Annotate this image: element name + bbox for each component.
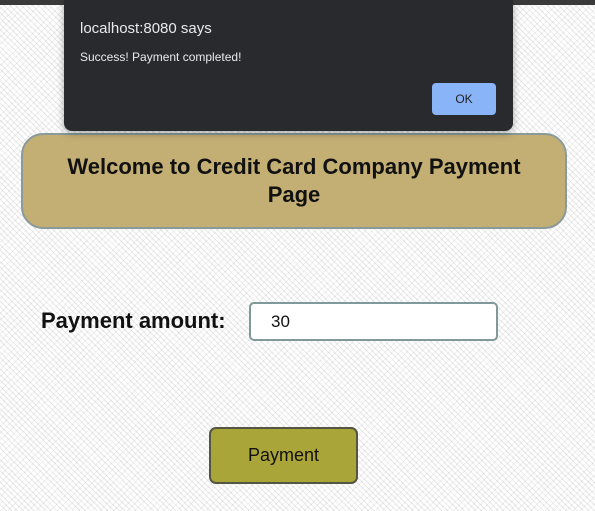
alert-ok-button[interactable]: OK [432, 83, 496, 115]
payment-amount-label: Payment amount: [41, 308, 226, 333]
alert-dialog: localhost:8080 says Success! Payment com… [64, 0, 513, 131]
page-header: Welcome to Credit Card Company Payment P… [21, 133, 567, 229]
page-title: Welcome to Credit Card Company Payment P… [67, 154, 521, 207]
alert-message-text: Success! Payment completed! [80, 50, 242, 64]
alert-origin-text: localhost:8080 says [80, 20, 212, 37]
payment-amount-input[interactable] [249, 302, 498, 341]
payment-button[interactable]: Payment [209, 427, 358, 484]
